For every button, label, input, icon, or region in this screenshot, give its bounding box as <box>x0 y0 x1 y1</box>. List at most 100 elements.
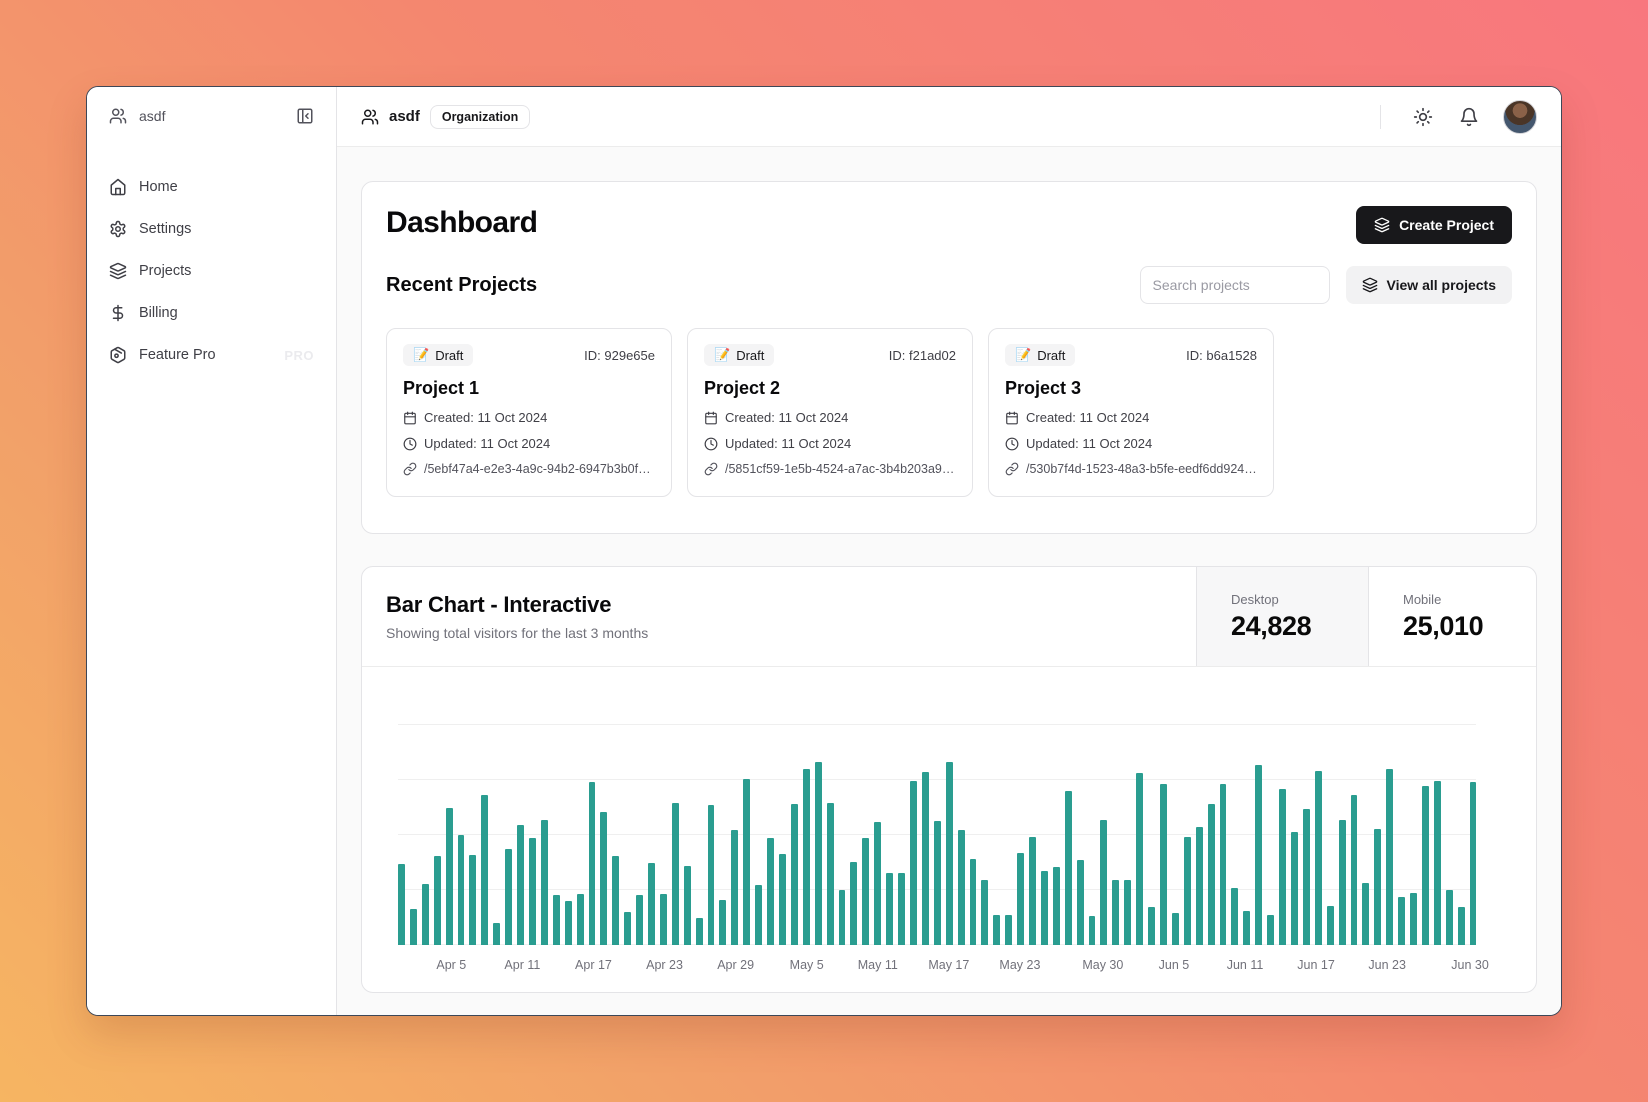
bar[interactable] <box>505 849 512 945</box>
bar[interactable] <box>1362 883 1369 945</box>
view-all-projects-button[interactable]: View all projects <box>1346 266 1512 304</box>
bar[interactable] <box>1279 789 1286 945</box>
bar[interactable] <box>1136 773 1143 945</box>
bar[interactable] <box>577 894 584 945</box>
bar[interactable] <box>422 884 429 945</box>
bar[interactable] <box>1327 906 1334 945</box>
project-card[interactable]: 📝 Draft ID: 929e65e Project 1 Creat <box>386 328 672 497</box>
bar[interactable] <box>553 895 560 945</box>
bar[interactable] <box>1446 890 1453 945</box>
bar[interactable] <box>1041 871 1048 945</box>
bar[interactable] <box>481 795 488 945</box>
bar-chart-plot[interactable] <box>398 689 1476 945</box>
sidebar-item-feature-pro[interactable]: Feature Pro PRO <box>101 339 322 371</box>
bar[interactable] <box>493 923 500 945</box>
bar[interactable] <box>589 782 596 946</box>
bar[interactable] <box>446 808 453 945</box>
bar[interactable] <box>1422 786 1429 945</box>
org-switcher[interactable]: asdf Organization <box>361 105 530 129</box>
bar[interactable] <box>672 803 679 945</box>
bar[interactable] <box>612 856 619 945</box>
bar[interactable] <box>1470 782 1477 946</box>
bar[interactable] <box>434 856 441 945</box>
bar[interactable] <box>779 854 786 945</box>
bar[interactable] <box>565 901 572 945</box>
sidebar-item-billing[interactable]: Billing <box>101 297 322 329</box>
bar[interactable] <box>1053 867 1060 945</box>
bar[interactable] <box>1220 784 1227 945</box>
bar[interactable] <box>719 900 726 945</box>
stat-toggle-mobile[interactable]: Mobile 25,010 <box>1368 567 1536 666</box>
bar[interactable] <box>648 863 655 945</box>
bar[interactable] <box>946 762 953 945</box>
bar[interactable] <box>1100 820 1107 945</box>
bar[interactable] <box>862 838 869 945</box>
bar[interactable] <box>1160 784 1167 945</box>
bar[interactable] <box>458 835 465 945</box>
bar[interactable] <box>731 830 738 946</box>
bar[interactable] <box>981 880 988 945</box>
search-projects-input[interactable] <box>1140 266 1330 304</box>
bar[interactable] <box>958 830 965 946</box>
bar[interactable] <box>696 918 703 946</box>
bar[interactable] <box>1077 860 1084 945</box>
bar[interactable] <box>1231 888 1238 945</box>
bar[interactable] <box>1458 907 1465 945</box>
bar[interactable] <box>410 909 417 945</box>
bar[interactable] <box>815 762 822 945</box>
bar[interactable] <box>874 822 881 945</box>
bar[interactable] <box>970 859 977 945</box>
bar[interactable] <box>1017 853 1024 945</box>
bar[interactable] <box>850 862 857 945</box>
bar[interactable] <box>1410 893 1417 945</box>
bar[interactable] <box>1124 880 1131 945</box>
project-link[interactable]: /530b7f4d-1523-48a3-b5fe-eedf6dd92456 <box>1005 462 1257 476</box>
bar[interactable] <box>886 873 893 945</box>
bar[interactable] <box>743 779 750 946</box>
bar[interactable] <box>1184 837 1191 945</box>
sidebar-item-settings[interactable]: Settings <box>101 213 322 245</box>
bar[interactable] <box>660 894 667 945</box>
bar[interactable] <box>993 915 1000 945</box>
bar[interactable] <box>767 838 774 945</box>
bar[interactable] <box>1112 880 1119 945</box>
bar[interactable] <box>684 866 691 945</box>
bar[interactable] <box>529 838 536 945</box>
bar[interactable] <box>1267 915 1274 945</box>
bar[interactable] <box>624 912 631 945</box>
bar[interactable] <box>1386 769 1393 945</box>
stat-toggle-desktop[interactable]: Desktop 24,828 <box>1196 567 1368 666</box>
bar[interactable] <box>755 885 762 946</box>
bar[interactable] <box>1339 820 1346 945</box>
bar[interactable] <box>922 772 929 945</box>
bar[interactable] <box>1005 915 1012 945</box>
theme-toggle-button[interactable] <box>1405 99 1441 135</box>
project-card[interactable]: 📝 Draft ID: f21ad02 Project 2 Creat <box>687 328 973 497</box>
bar[interactable] <box>708 805 715 945</box>
notifications-button[interactable] <box>1451 99 1487 135</box>
bar[interactable] <box>1351 795 1358 945</box>
bar[interactable] <box>541 820 548 945</box>
bar[interactable] <box>839 890 846 945</box>
bar[interactable] <box>910 781 917 945</box>
bar[interactable] <box>636 895 643 945</box>
bar[interactable] <box>803 769 810 945</box>
bar[interactable] <box>1291 832 1298 945</box>
bar[interactable] <box>1374 829 1381 945</box>
user-avatar[interactable] <box>1503 100 1537 134</box>
bar[interactable] <box>1434 781 1441 945</box>
bar[interactable] <box>1148 907 1155 945</box>
bar[interactable] <box>1208 804 1215 945</box>
sidebar-item-projects[interactable]: Projects <box>101 255 322 287</box>
bar[interactable] <box>791 804 798 945</box>
bar[interactable] <box>469 855 476 945</box>
bar[interactable] <box>934 821 941 945</box>
bar[interactable] <box>1255 765 1262 945</box>
bar[interactable] <box>1243 911 1250 945</box>
bar[interactable] <box>1089 916 1096 945</box>
sidebar-collapse-icon[interactable] <box>296 107 314 125</box>
bar[interactable] <box>1029 837 1036 945</box>
bar[interactable] <box>1196 827 1203 945</box>
bar[interactable] <box>898 873 905 945</box>
bar[interactable] <box>827 803 834 945</box>
